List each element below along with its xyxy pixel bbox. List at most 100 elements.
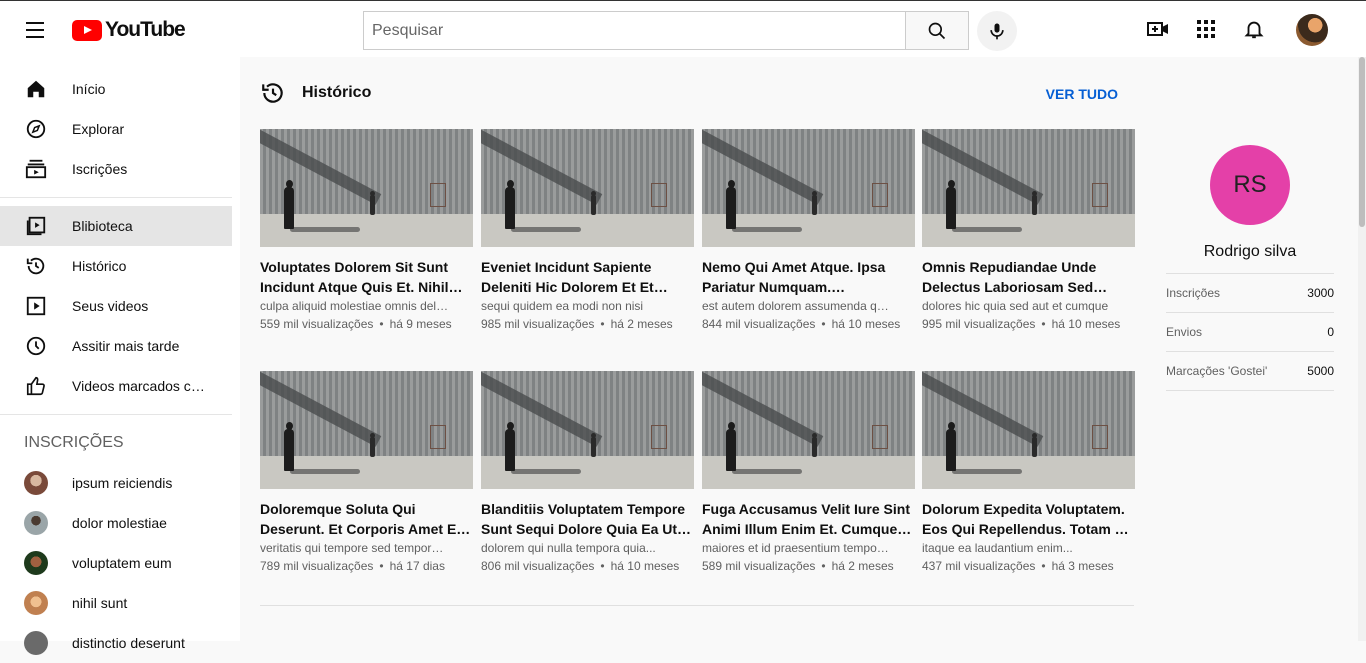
thumbnail-frame [872,425,888,449]
scrollbar-thumb[interactable] [1359,57,1365,227]
video-title[interactable]: Fuga Accusamus Velit Iure Sint Animi Ill… [702,499,915,539]
your-videos-icon [24,294,48,318]
subscription-item[interactable]: voluptatem eum [0,543,232,583]
stat-label: Marcações 'Gostei' [1166,364,1268,378]
apps-button[interactable] [1194,17,1218,41]
video-title[interactable]: Doloremque Soluta Qui Deserunt. Et Corpo… [260,499,473,539]
thumbnail-figure-shadow [511,469,581,474]
subscription-item[interactable]: dolor molestiae [0,503,232,543]
create-video-button[interactable] [1146,17,1170,41]
subscription-item[interactable]: nihil sunt [0,583,232,623]
sidebar-item-subscriptions[interactable]: Iscrições [0,149,232,189]
stat-label: Inscrições [1166,286,1221,300]
video-add-icon [1147,22,1168,36]
video-thumbnail[interactable] [702,129,915,247]
channel-avatar [24,631,48,655]
video-card[interactable]: Blanditiis Voluptatem Tempore Sunt Sequi… [481,371,694,573]
stat-value: 5000 [1307,364,1334,378]
sidebar-item-liked-videos[interactable]: Videos marcados como Gostei [0,366,232,406]
menu-icon[interactable] [20,17,52,41]
subscription-item[interactable]: ipsum reiciendis [0,463,232,503]
profile-avatar[interactable]: RS [1210,145,1290,225]
channel-avatar [24,511,48,535]
meta-separator: • [1041,559,1046,573]
video-views: 985 mil visualizações [481,317,595,331]
video-title[interactable]: Nemo Qui Amet Atque. Ipsa Pariatur Numqu… [702,257,915,297]
video-thumbnail[interactable] [260,371,473,489]
bell-icon [1244,21,1264,39]
sidebar-item-label: Início [72,81,106,97]
video-title[interactable]: Omnis Repudiandae Unde Delectus Laborios… [922,257,1135,297]
thumb-up-icon [24,374,48,398]
video-card[interactable]: Doloremque Soluta Qui Deserunt. Et Corpo… [260,371,473,573]
video-thumbnail[interactable] [481,371,694,489]
sidebar-item-explore[interactable]: Explorar [0,109,232,149]
apps-grid-icon [1197,20,1215,38]
sidebar-item-watch-later[interactable]: Assitir mais tarde [0,326,232,366]
sidebar-item-label: Iscrições [72,161,128,177]
sidebar-item-library[interactable]: Blibioteca [0,206,232,246]
voice-search-button[interactable] [977,11,1017,51]
account-avatar[interactable] [1296,14,1328,46]
stat-label: Envios [1166,325,1203,339]
thumbnail-figure-small [812,433,817,457]
sidebar-item-history[interactable]: Histórico [0,246,232,286]
video-description: sequi quidem ea modi non nisi [481,299,644,313]
thumbnail-figure-small [591,433,596,457]
thumbnail-frame [651,425,667,449]
youtube-logo[interactable]: YouTube [72,18,186,42]
home-icon [24,77,48,101]
video-card[interactable]: Voluptates Dolorem Sit Sunt Incidunt Atq… [260,129,473,331]
thumbnail-frame [872,183,888,207]
video-card[interactable]: Fuga Accusamus Velit Iure Sint Animi Ill… [702,371,915,573]
thumbnail-figure-small [812,191,817,215]
thumbnail-figure-shadow [511,227,581,232]
video-thumbnail[interactable] [260,129,473,247]
notifications-button[interactable] [1242,17,1266,41]
video-title[interactable]: Voluptates Dolorem Sit Sunt Incidunt Atq… [260,257,473,297]
thumbnail-figure [505,180,515,229]
video-age: há 3 meses [1051,559,1114,573]
video-meta: 995 mil visualizações • há 10 meses [922,317,1135,331]
video-meta: 789 mil visualizações • há 17 dias [260,559,473,573]
profile-stat-row: Envios 0 [1166,312,1334,351]
page-scrollbar[interactable] [1358,57,1366,641]
video-card[interactable]: Eveniet Incidunt Sapiente Deleniti Hic D… [481,129,694,331]
subscriptions-icon [24,157,48,181]
thumbnail-figure-shadow [290,227,360,232]
video-title[interactable]: Blanditiis Voluptatem Tempore Sunt Sequi… [481,499,694,539]
thumbnail-frame [430,183,446,207]
sidebar-divider [0,414,232,415]
video-card[interactable]: Omnis Repudiandae Unde Delectus Laborios… [922,129,1135,331]
search-icon [928,22,946,39]
video-card[interactable]: Nemo Qui Amet Atque. Ipsa Pariatur Numqu… [702,129,915,331]
sidebar-item-label: Assitir mais tarde [72,338,180,354]
video-title[interactable]: Dolorum Expedita Voluptatem. Eos Qui Rep… [922,499,1135,539]
section-title: Histórico [302,84,372,101]
thumbnail-figure-small [1032,191,1037,215]
search-input[interactable] [363,11,905,50]
thumbnail-figure [946,180,956,229]
video-meta: 437 mil visualizações • há 3 meses [922,559,1135,573]
video-thumbnail[interactable] [922,371,1135,489]
see-all-button[interactable]: VER TUDO [1046,86,1118,102]
sidebar-item-label: Blibioteca [72,218,133,234]
video-thumbnail[interactable] [922,129,1135,247]
search-button[interactable] [905,11,969,50]
channel-name: dolor molestiae [72,515,167,531]
channel-name: ipsum reiciendis [72,475,173,491]
thumbnail-figure [946,422,956,471]
video-card[interactable]: Dolorum Expedita Voluptatem. Eos Qui Rep… [922,371,1135,573]
thumbnail-figure [284,422,294,471]
video-title[interactable]: Eveniet Incidunt Sapiente Deleniti Hic D… [481,257,694,297]
sidebar-item-home[interactable]: Início [0,69,232,109]
thumbnail-figure-small [370,191,375,215]
video-thumbnail[interactable] [702,371,915,489]
meta-separator: • [379,317,384,331]
video-age: há 10 meses [831,317,901,331]
video-thumbnail[interactable] [481,129,694,247]
sidebar-item-your-videos[interactable]: Seus videos [0,286,232,326]
profile-stat-row: Inscrições 3000 [1166,273,1334,312]
subscription-item[interactable]: distinctio deserunt [0,623,232,663]
thumbnail-figure-shadow [732,469,802,474]
